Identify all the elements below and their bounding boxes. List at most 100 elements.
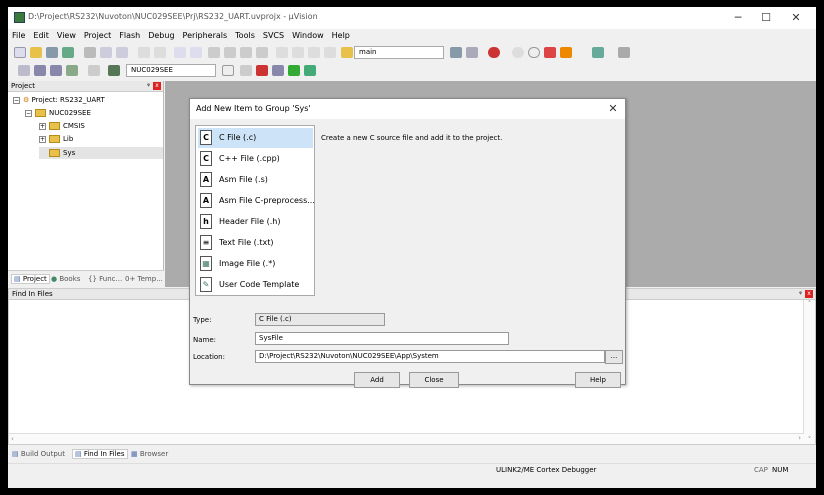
- tab-templates[interactable]: 0+ Temp...: [125, 275, 163, 283]
- stop-build-icon[interactable]: [88, 65, 100, 76]
- kill-breakpoints-icon[interactable]: [544, 47, 556, 58]
- target-combo[interactable]: NUC029SEE: [126, 64, 216, 77]
- nav-forward-icon[interactable]: [190, 47, 202, 58]
- menu-view[interactable]: View: [53, 29, 80, 43]
- close-pane-icon[interactable]: x: [153, 82, 161, 90]
- tab-find-in-files[interactable]: ▤ Find In Files: [72, 449, 128, 459]
- minimize-button[interactable]: ─: [726, 10, 750, 26]
- save-icon[interactable]: [46, 47, 58, 58]
- close-button[interactable]: Close: [409, 372, 459, 388]
- manage-environment-icon[interactable]: [272, 65, 284, 76]
- browse-button[interactable]: ...: [605, 350, 623, 364]
- menu-file[interactable]: File: [8, 29, 29, 43]
- copy-icon[interactable]: [100, 47, 112, 58]
- menu-window[interactable]: Window: [288, 29, 328, 43]
- expand-icon[interactable]: +: [39, 122, 46, 130]
- project-pane-header: Project ᵠ x: [8, 81, 163, 92]
- menu-project[interactable]: Project: [80, 29, 115, 43]
- scroll-down-icon[interactable]: ˅: [804, 436, 815, 444]
- tab-browser[interactable]: ▦ Browser: [131, 450, 168, 458]
- cut-icon[interactable]: [84, 47, 96, 58]
- redo-icon[interactable]: [154, 47, 166, 58]
- tab-books[interactable]: ● Books: [51, 275, 80, 283]
- select-packs-icon[interactable]: [240, 65, 252, 76]
- find-in-files-icon[interactable]: [341, 47, 353, 58]
- new-file-icon[interactable]: [14, 47, 26, 58]
- tab-functions[interactable]: {} Func...: [88, 275, 122, 283]
- collapse-icon[interactable]: −: [25, 109, 32, 117]
- uncomment-icon[interactable]: [324, 47, 336, 58]
- batch-build-icon[interactable]: [66, 65, 78, 76]
- item-asm-file[interactable]: A Asm File (.s): [198, 170, 313, 190]
- find-icon[interactable]: [450, 47, 462, 58]
- tree-group-sys[interactable]: Sys: [39, 147, 163, 159]
- menu-edit[interactable]: Edit: [29, 29, 53, 43]
- help-button[interactable]: Help: [575, 372, 621, 388]
- scroll-right-icon[interactable]: ›: [798, 434, 801, 442]
- item-cpp-file[interactable]: C C++ File (.cpp): [198, 149, 313, 169]
- item-text-file[interactable]: ≡ Text File (.txt): [198, 233, 313, 253]
- pack-installer-icon[interactable]: [288, 65, 300, 76]
- tree-root[interactable]: − ⚙ Project: RS232_UART: [13, 96, 105, 104]
- item-asm-preprocess-file[interactable]: A Asm File C-preprocess...: [198, 191, 315, 211]
- manage-components-icon[interactable]: [256, 65, 268, 76]
- horizontal-scrollbar[interactable]: ‹ ›: [9, 433, 804, 444]
- tree-group-cmsis[interactable]: + CMSIS: [39, 122, 85, 130]
- configure-icon[interactable]: [560, 47, 572, 58]
- maximize-button[interactable]: ☐: [754, 10, 778, 26]
- nav-back-icon[interactable]: [174, 47, 186, 58]
- item-user-code-template[interactable]: ✎ User Code Template: [198, 275, 313, 295]
- pin-icon[interactable]: ᵠ: [799, 289, 802, 300]
- expand-icon[interactable]: +: [39, 135, 46, 143]
- breakpoint-icon[interactable]: [512, 47, 524, 58]
- debug-session-icon[interactable]: [488, 47, 500, 58]
- wrench-icon[interactable]: [618, 47, 630, 58]
- item-c-file[interactable]: CC File (.c): [198, 128, 313, 148]
- incremental-find-icon[interactable]: [466, 47, 478, 58]
- scroll-up-icon[interactable]: ˄: [804, 300, 815, 308]
- comment-icon[interactable]: [308, 47, 320, 58]
- window-layout-icon[interactable]: [592, 47, 604, 58]
- menu-flash[interactable]: Flash: [115, 29, 144, 43]
- target-options-icon[interactable]: [222, 65, 234, 76]
- indent-icon[interactable]: [276, 47, 288, 58]
- disable-breakpoint-icon[interactable]: [528, 47, 540, 58]
- translate-icon[interactable]: [18, 65, 30, 76]
- paste-icon[interactable]: [116, 47, 128, 58]
- download-icon[interactable]: [108, 65, 120, 76]
- run-time-env-icon[interactable]: [304, 65, 316, 76]
- tab-build-output[interactable]: ▤ Build Output: [12, 450, 65, 458]
- undo-icon[interactable]: [138, 47, 150, 58]
- prev-bookmark-icon[interactable]: [224, 47, 236, 58]
- rebuild-icon[interactable]: [50, 65, 62, 76]
- item-type-list: CC File (.c) C C++ File (.cpp) A Asm File …: [195, 125, 315, 296]
- menu-debug[interactable]: Debug: [144, 29, 178, 43]
- vertical-scrollbar[interactable]: ˄ ˅: [803, 300, 815, 444]
- unindent-icon[interactable]: [292, 47, 304, 58]
- item-image-file[interactable]: ▦ Image File (.*): [198, 254, 313, 274]
- find-combo[interactable]: main: [354, 46, 444, 59]
- next-bookmark-icon[interactable]: [240, 47, 252, 58]
- tab-project[interactable]: ▤ Project: [11, 274, 50, 284]
- location-input[interactable]: D:\Project\RS232\Nuvoton\NUC029SEE\App\S…: [255, 350, 605, 363]
- close-window-button[interactable]: ✕: [784, 10, 808, 26]
- close-pane-icon[interactable]: x: [805, 290, 813, 298]
- menu-peripherals[interactable]: Peripherals: [179, 29, 232, 43]
- menu-tools[interactable]: Tools: [231, 29, 259, 43]
- collapse-icon[interactable]: −: [13, 96, 20, 104]
- name-input[interactable]: SysFile: [255, 332, 509, 345]
- build-icon[interactable]: [34, 65, 46, 76]
- item-header-file[interactable]: h Header File (.h): [198, 212, 313, 232]
- menu-help[interactable]: Help: [328, 29, 354, 43]
- bookmark-icon[interactable]: [208, 47, 220, 58]
- open-folder-icon[interactable]: [30, 47, 42, 58]
- add-button[interactable]: Add: [354, 372, 400, 388]
- pin-icon[interactable]: ᵠ: [147, 81, 150, 92]
- clear-bookmarks-icon[interactable]: [256, 47, 268, 58]
- dialog-close-icon[interactable]: ✕: [605, 101, 621, 117]
- tree-target[interactable]: − NUC029SEE: [25, 109, 91, 117]
- menu-svcs[interactable]: SVCS: [259, 29, 288, 43]
- save-all-icon[interactable]: [62, 47, 74, 58]
- scroll-left-icon[interactable]: ‹: [9, 435, 14, 443]
- tree-group-lib[interactable]: + Lib: [39, 135, 73, 143]
